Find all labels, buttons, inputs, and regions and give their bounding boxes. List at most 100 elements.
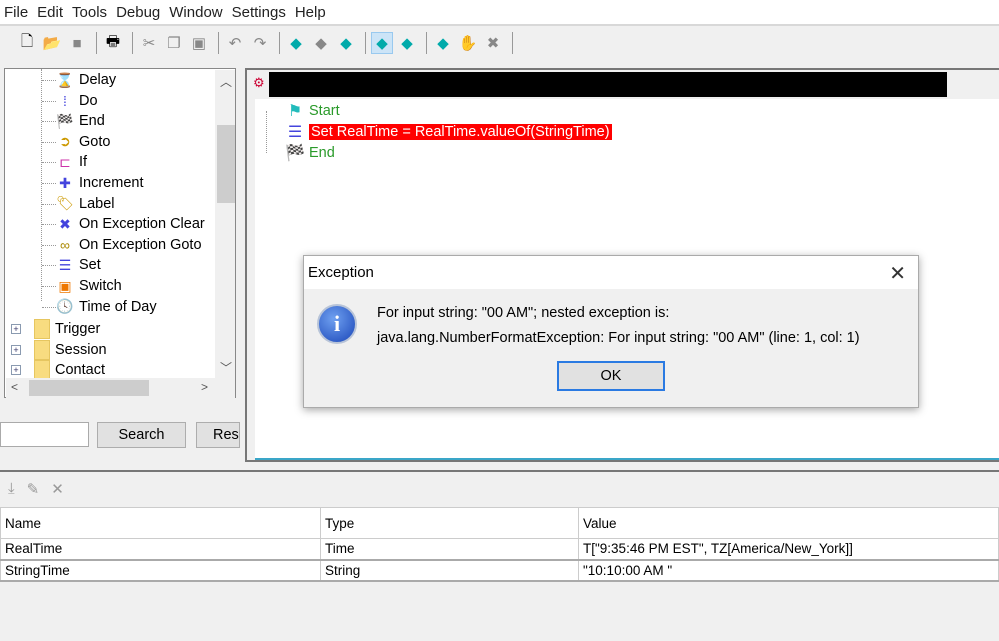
cell-value: "10:10:00 AM " (578, 559, 999, 582)
scroll-up-icon[interactable]: ︿ (220, 73, 232, 90)
tree-line (42, 286, 56, 287)
vertical-scroll-thumb[interactable] (217, 125, 235, 203)
tree-item-switch[interactable]: ▣ Switch (55, 276, 122, 296)
menu-settings[interactable]: Settings (232, 4, 286, 21)
scroll-left-icon[interactable]: < (11, 380, 18, 394)
tree-line (42, 121, 56, 123)
delete-variable-icon[interactable]: ✕ (51, 480, 64, 498)
paste-icon[interactable]: ▣ (188, 32, 210, 54)
pause-icon[interactable]: ◆ (310, 32, 332, 54)
table-row[interactable]: StringTime String "10:10:00 AM " (0, 559, 999, 582)
tree-item-on-exception-clear[interactable]: ✖ On Exception Clear (55, 214, 205, 234)
tree-item-on-exception-goto[interactable]: ∞ On Exception Goto (55, 235, 202, 255)
undo-icon[interactable]: ↶ (224, 32, 246, 54)
exception-goto-icon: ∞ (60, 236, 70, 253)
separator (218, 32, 219, 54)
tree-line (42, 80, 56, 81)
search-input[interactable] (0, 422, 89, 447)
step-over-icon[interactable]: ◆ (371, 32, 393, 54)
node-set[interactable]: ☰ Set RealTime = RealTime.valueOf(StringT… (285, 122, 612, 142)
node-end[interactable]: 🏁 End (285, 143, 335, 163)
column-header-name[interactable]: Name (0, 507, 321, 539)
column-header-type[interactable]: Type (320, 507, 579, 539)
tree-line (42, 244, 56, 246)
tree-item-do[interactable]: ⁞ Do (55, 91, 98, 111)
ok-button[interactable]: OK (557, 361, 665, 391)
dialog-title: Exception (304, 256, 918, 289)
tree-item-label: Do (79, 92, 98, 109)
tree-item-set[interactable]: ☰ Set (55, 255, 101, 275)
expand-icon[interactable]: + (11, 344, 21, 355)
set-icon: ☰ (287, 124, 303, 141)
tree-item-end[interactable]: 🏁 End (55, 111, 105, 131)
tree-line (42, 306, 56, 308)
checkered-flag-icon: 🏁 (56, 112, 74, 129)
cut-icon[interactable]: ✂ (138, 32, 160, 54)
breakpoint-icon[interactable]: ✋ (457, 32, 479, 54)
add-variable-icon[interactable]: ⤓ (8, 480, 15, 498)
open-folder-icon[interactable]: 📂 (41, 32, 63, 54)
tree-line (42, 141, 56, 143)
tree-item-goto[interactable]: ➲ Goto (55, 132, 110, 152)
reset-button[interactable]: Res (196, 422, 240, 448)
tree-line (266, 111, 267, 153)
tree-folder-label: Trigger (55, 321, 101, 337)
menu-window[interactable]: Window (169, 4, 222, 21)
tree-item-if[interactable]: ⊏ If (55, 152, 87, 172)
tree-item-label: Set (79, 257, 101, 274)
clear-breakpoints-icon[interactable]: ✖ (482, 32, 504, 54)
expand-icon[interactable]: + (11, 365, 21, 376)
hourglass-icon: ⌛ (56, 71, 74, 88)
stop-icon[interactable]: ◆ (335, 32, 357, 54)
script-icon: ⚙ (253, 75, 265, 90)
column-header-value[interactable]: Value (578, 507, 999, 539)
save-icon[interactable]: ■ (66, 32, 88, 54)
tree-folder-session[interactable]: Session (55, 340, 107, 360)
tree-item-label: Increment (79, 175, 144, 191)
tree-item-label: End (79, 113, 105, 130)
menu-file[interactable]: File (4, 4, 28, 21)
folder-icon (34, 339, 50, 360)
switch-icon: ▣ (58, 277, 72, 294)
tree-item-label: Switch (79, 278, 122, 294)
folder-icon (34, 319, 50, 339)
horizontal-scroll-thumb[interactable] (29, 380, 149, 396)
copy-icon[interactable]: ❐ (163, 32, 185, 54)
tree-folder-trigger[interactable]: Trigger (55, 319, 100, 339)
tree-item-increment[interactable]: ✚ Increment (55, 173, 143, 193)
tree-item-label: On Exception Clear (79, 216, 205, 233)
redo-icon[interactable]: ↷ (249, 32, 271, 54)
plus-icon: ✚ (59, 174, 71, 191)
close-icon[interactable]: ✕ (889, 261, 906, 286)
separator (365, 32, 366, 54)
tree-item-label: On Exception Goto (79, 236, 202, 253)
exception-dialog: Exception ✕ i For input string: "00 AM";… (303, 255, 919, 408)
vertical-scrollbar[interactable] (215, 70, 235, 378)
tree-item-label: Delay (79, 72, 117, 88)
search-button[interactable]: Search (97, 422, 186, 448)
exception-clear-icon: ✖ (59, 215, 71, 232)
cell-name: RealTime (0, 538, 321, 561)
new-file-icon[interactable]: 🗋 (16, 32, 38, 54)
node-start[interactable]: ⚑ Start (285, 101, 340, 121)
tree-item-delay[interactable]: ⌛ Delay (55, 70, 116, 90)
tree-item-time-of-day[interactable]: 🕓 Time of Day (55, 297, 156, 317)
table-row[interactable]: RealTime Time T["9:35:46 PM EST", TZ[Ame… (0, 538, 999, 561)
scroll-right-icon[interactable]: > (201, 380, 208, 394)
tree-item-label: If (79, 154, 88, 171)
expand-icon[interactable]: + (11, 324, 21, 334)
edit-variable-icon[interactable]: ✎ (27, 480, 40, 498)
separator (96, 32, 97, 54)
step-out-icon[interactable]: ◆ (432, 32, 454, 54)
step-into-icon[interactable]: ◆ (396, 32, 418, 54)
run-icon[interactable]: ◆ (285, 32, 307, 54)
menu-debug[interactable]: Debug (116, 4, 160, 21)
separator (279, 32, 280, 54)
menu-tools[interactable]: Tools (72, 4, 107, 21)
menu-edit[interactable]: Edit (37, 4, 63, 21)
scroll-down-icon[interactable]: ﹀ (220, 359, 232, 376)
tree-item-label[interactable]: 🏷 Label (55, 194, 114, 214)
script-title-bar (269, 72, 947, 97)
menu-help[interactable]: Help (295, 4, 326, 21)
print-icon[interactable]: 🖶 (102, 32, 124, 54)
